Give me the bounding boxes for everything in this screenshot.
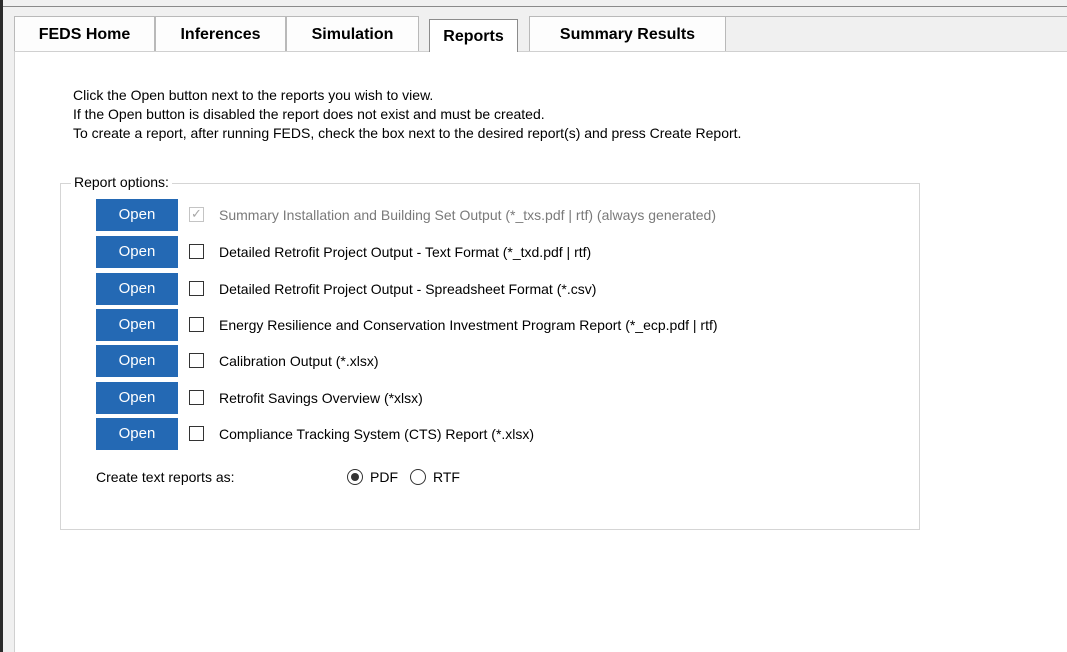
detailed-text-label: Detailed Retrofit Project Output - Text … <box>219 244 592 260</box>
tab-simulation[interactable]: Simulation <box>286 16 419 52</box>
rtf-radio-label[interactable]: RTF <box>433 466 460 488</box>
calibration-label: Calibration Output (*.xlsx) <box>219 353 379 369</box>
open-detailed-text-button[interactable]: Open <box>96 236 178 268</box>
detailed-text-checkbox[interactable] <box>189 244 204 259</box>
report-options-legend: Report options: <box>71 172 172 192</box>
tab-inferences[interactable]: Inferences <box>155 16 286 52</box>
tabstrip-filler <box>726 16 1067 52</box>
window-left-border <box>0 0 3 652</box>
report-format-label: Create text reports as: <box>96 469 235 485</box>
cts-label: Compliance Tracking System (CTS) Report … <box>219 426 535 442</box>
open-calibration-button[interactable]: Open <box>96 345 178 377</box>
report-row-summary-installation: Open ✓ Summary Installation and Building… <box>96 199 916 231</box>
detailed-spreadsheet-checkbox[interactable] <box>189 281 204 296</box>
report-row-ercip: Open Energy Resilience and Conservation … <box>96 309 916 341</box>
report-format-row: Create text reports as: PDF RTF <box>96 466 596 488</box>
calibration-checkbox[interactable] <box>189 353 204 368</box>
ercip-checkbox[interactable] <box>189 317 204 332</box>
retrofit-savings-label: Retrofit Savings Overview (*xlsx) <box>219 390 423 406</box>
report-row-detailed-text: Open Detailed Retrofit Project Output - … <box>96 236 916 268</box>
report-row-calibration: Open Calibration Output (*.xlsx) <box>96 345 916 377</box>
retrofit-savings-checkbox[interactable] <box>189 390 204 405</box>
pdf-radio-label[interactable]: PDF <box>370 466 398 488</box>
cts-checkbox[interactable] <box>189 426 204 441</box>
tab-summary-results[interactable]: Summary Results <box>529 16 726 52</box>
detailed-spreadsheet-label: Detailed Retrofit Project Output - Sprea… <box>219 281 597 297</box>
pdf-radio[interactable] <box>347 469 363 485</box>
instructions: Click the Open button next to the report… <box>73 86 741 143</box>
open-retrofit-savings-button[interactable]: Open <box>96 382 178 414</box>
open-detailed-spreadsheet-button[interactable]: Open <box>96 273 178 305</box>
instruction-line: If the Open button is disabled the repor… <box>73 106 545 122</box>
feds-window: FEDS Home Inferences Simulation Reports … <box>0 0 1067 652</box>
tab-feds-home[interactable]: FEDS Home <box>14 16 155 52</box>
open-ercip-button[interactable]: Open <box>96 309 178 341</box>
rtf-radio[interactable] <box>410 469 426 485</box>
checkmark-icon: ✓ <box>191 206 202 221</box>
ercip-label: Energy Resilience and Conservation Inves… <box>219 317 718 333</box>
report-row-cts: Open Compliance Tracking System (CTS) Re… <box>96 418 916 450</box>
open-summary-installation-button[interactable]: Open <box>96 199 178 231</box>
summary-installation-label: Summary Installation and Building Set Ou… <box>219 207 716 223</box>
open-cts-button[interactable]: Open <box>96 418 178 450</box>
window-top-border <box>0 6 1067 7</box>
report-row-retrofit-savings: Open Retrofit Savings Overview (*xlsx) <box>96 382 916 414</box>
instruction-line: To create a report, after running FEDS, … <box>73 125 742 141</box>
tab-reports[interactable]: Reports <box>429 19 518 52</box>
radio-selected-dot <box>351 473 359 481</box>
report-row-detailed-spreadsheet: Open Detailed Retrofit Project Output - … <box>96 273 916 305</box>
summary-installation-checkbox: ✓ <box>189 206 204 222</box>
instruction-line: Click the Open button next to the report… <box>73 87 434 103</box>
